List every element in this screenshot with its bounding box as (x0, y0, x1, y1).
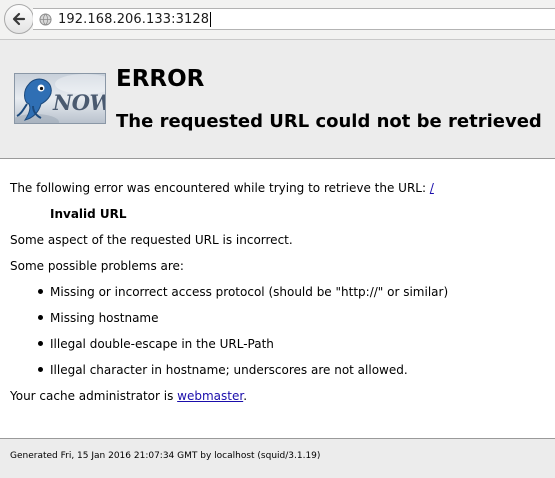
problem-text: Missing or incorrect access protocol (sh… (50, 285, 449, 299)
problem-text: Illegal character in hostname; underscor… (50, 363, 408, 377)
problems-heading: Some possible problems are: (10, 259, 184, 273)
webmaster-link[interactable]: webmaster (177, 389, 243, 403)
error-name: Invalid URL (50, 207, 127, 221)
address-bar[interactable]: 192.168.206.133:3128 (33, 8, 555, 30)
back-button[interactable] (4, 4, 34, 34)
browser-toolbar: 192.168.206.133:3128 (0, 0, 555, 40)
list-item: Illegal double-escape in the URL-Path (38, 337, 274, 351)
bullet-icon (38, 289, 43, 294)
list-item: Illegal character in hostname; underscor… (38, 363, 408, 377)
problem-text: Illegal double-escape in the URL-Path (50, 337, 274, 351)
bullet-icon (38, 315, 43, 320)
error-description: Some aspect of the requested URL is inco… (10, 233, 293, 247)
bullet-icon (38, 341, 43, 346)
footer-generated-text: Generated Fri, 15 Jan 2016 21:07:34 GMT … (10, 451, 321, 461)
list-item: Missing hostname (38, 311, 159, 325)
intro-text: The following error was encountered whil… (10, 181, 430, 195)
back-arrow-icon (12, 12, 26, 26)
text-caret (210, 11, 212, 27)
page-footer: Generated Fri, 15 Jan 2016 21:07:34 GMT … (0, 439, 555, 478)
admin-line: Your cache administrator is webmaster. (10, 389, 247, 403)
list-item: Missing or incorrect access protocol (sh… (38, 285, 448, 299)
requested-url-link[interactable]: / (430, 181, 434, 195)
admin-suffix: . (243, 389, 248, 403)
globe-icon (39, 12, 53, 26)
page-header: NOW ERROR The requested URL could not be… (0, 40, 555, 159)
admin-prefix: Your cache administrator is (10, 389, 178, 403)
logo-text: NOW (53, 90, 105, 115)
error-title: ERROR (116, 66, 205, 92)
intro-line: The following error was encountered whil… (10, 181, 434, 195)
error-subtitle: The requested URL could not be retrieved (116, 111, 542, 132)
bullet-icon (38, 367, 43, 372)
url-text[interactable]: 192.168.206.133:3128 (58, 12, 209, 27)
squid-logo: NOW (14, 73, 106, 124)
problem-text: Missing hostname (50, 311, 159, 325)
